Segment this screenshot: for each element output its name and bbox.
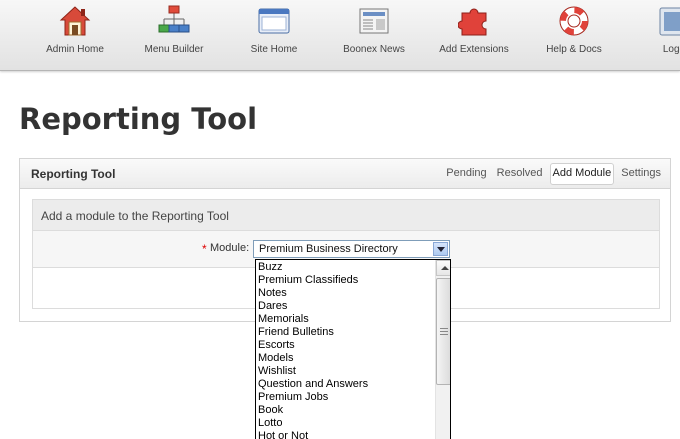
- scrollbar-thumb[interactable]: [436, 278, 450, 385]
- tab-settings[interactable]: Settings: [618, 163, 664, 185]
- help-docs-button[interactable]: Help & Docs: [524, 0, 624, 70]
- admin-home-label: Admin Home: [46, 44, 104, 55]
- logout-button[interactable]: Logo: [624, 0, 680, 70]
- puzzle-piece-icon: [458, 8, 487, 36]
- tab-add-module[interactable]: Add Module: [549, 163, 615, 185]
- tab-resolved[interactable]: Resolved: [494, 163, 546, 185]
- panel-tabs: Pending Resolved Add Module Settings: [439, 163, 664, 185]
- scroll-up-icon[interactable]: [436, 260, 450, 276]
- grip-line: [440, 331, 448, 332]
- house-icon: [59, 6, 91, 36]
- dropdown-option[interactable]: Memorials: [258, 313, 309, 326]
- grip-line: [440, 328, 448, 329]
- dropdown-option[interactable]: Models: [258, 352, 293, 365]
- logout-label: Logo: [662, 44, 680, 55]
- admin-home-button[interactable]: Admin Home: [25, 0, 125, 70]
- tab-pending[interactable]: Pending: [443, 163, 489, 185]
- module-dropdown-list: Buzz Premium Classifieds Notes Dares Mem…: [255, 259, 451, 439]
- dropdown-option[interactable]: Notes: [258, 287, 287, 300]
- dropdown-option[interactable]: Book: [258, 404, 283, 417]
- dropdown-option[interactable]: Friend Bulletins: [258, 326, 334, 339]
- dropdown-option[interactable]: Buzz: [258, 261, 282, 274]
- lifebuoy-icon: [559, 6, 589, 36]
- module-select-value: Premium Business Directory: [259, 243, 398, 255]
- panel-header: Reporting Tool Pending Resolved Add Modu…: [20, 159, 670, 189]
- add-extensions-label: Add Extensions: [439, 44, 509, 55]
- sitemap-icon: [158, 5, 190, 33]
- menu-builder-button[interactable]: Menu Builder: [124, 0, 224, 70]
- dropdown-option[interactable]: Escorts: [258, 339, 295, 352]
- page-title: Reporting Tool: [19, 102, 258, 136]
- chevron-down-icon[interactable]: [433, 242, 448, 256]
- dropdown-option[interactable]: Question and Answers: [258, 378, 368, 391]
- boonex-news-button[interactable]: Boonex News: [324, 0, 424, 70]
- add-extensions-button[interactable]: Add Extensions: [424, 0, 524, 70]
- dropdown-option[interactable]: Hot or Not: [258, 430, 308, 439]
- logout-icon: [659, 7, 680, 36]
- site-home-label: Site Home: [250, 44, 298, 55]
- dropdown-option[interactable]: Premium Classifieds: [258, 274, 358, 287]
- menu-builder-label: Menu Builder: [144, 44, 204, 55]
- boonex-news-label: Boonex News: [343, 44, 405, 55]
- dropdown-option[interactable]: Dares: [258, 300, 287, 313]
- admin-toolbar: Admin Home Menu Builder Site Home Boonex…: [0, 0, 680, 71]
- panel-title: Reporting Tool: [31, 167, 116, 181]
- site-home-button[interactable]: Site Home: [224, 0, 324, 70]
- dropdown-option[interactable]: Wishlist: [258, 365, 296, 378]
- form-header: Add a module to the Reporting Tool: [33, 200, 659, 231]
- form-title: Add a module to the Reporting Tool: [41, 209, 229, 223]
- dropdown-option[interactable]: Premium Jobs: [258, 391, 328, 404]
- browser-window-icon: [258, 8, 290, 34]
- help-docs-label: Help & Docs: [546, 44, 602, 55]
- dropdown-option[interactable]: Lotto: [258, 417, 282, 430]
- grip-line: [440, 334, 448, 335]
- required-asterisk: *: [202, 242, 207, 256]
- module-select[interactable]: Premium Business Directory: [253, 240, 450, 258]
- newspaper-icon: [359, 8, 389, 34]
- module-label: Module:: [210, 242, 250, 254]
- dropdown-scrollbar[interactable]: [435, 260, 450, 439]
